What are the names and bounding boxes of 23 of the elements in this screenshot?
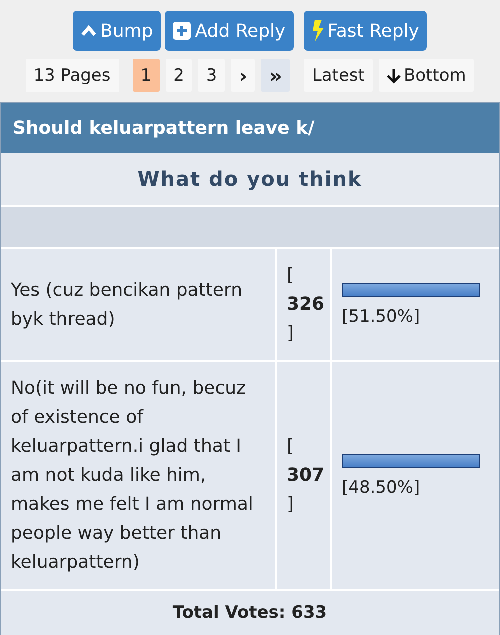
vote-count: [ 307 ] (287, 435, 325, 517)
arrow-down-icon (386, 68, 401, 84)
vote-percent: [51.50%] (342, 306, 422, 326)
reply-button[interactable]: Fast Reply (304, 11, 428, 51)
vote-count: [ 326 ] (287, 264, 325, 346)
page-link[interactable]: 1 (132, 59, 160, 92)
total-votes: Total Votes: 633 (172, 602, 328, 625)
bottom-link[interactable]: Bottom (378, 59, 474, 92)
page-link[interactable]: 2 (166, 59, 192, 92)
page-link[interactable]: 3 (198, 59, 226, 92)
plus-square-icon (173, 22, 192, 40)
reply-button[interactable]: Add Reply (165, 11, 294, 51)
option-text: Yes (cuz bencikan pattern byk thread) (11, 278, 244, 332)
latest-link[interactable]: Latest (304, 59, 373, 92)
next-page-link[interactable]: › (231, 59, 256, 92)
chevron-up-icon (80, 25, 97, 37)
vote-percent: [48.50%] (342, 478, 422, 498)
bump-button[interactable]: Bump (72, 11, 162, 51)
page-count: 13 Pages (26, 59, 119, 92)
option-text: No(it will be no fun, becuz of existence of keluarpattern.i glad that I am not kuda like him, makes me felt I am normal people way better than keluarpattern) (11, 377, 254, 575)
poll-title: Should keluarpattern leave k/ (1, 103, 499, 153)
last-page-link[interactable]: » (261, 59, 290, 92)
lightning-icon (312, 20, 324, 42)
